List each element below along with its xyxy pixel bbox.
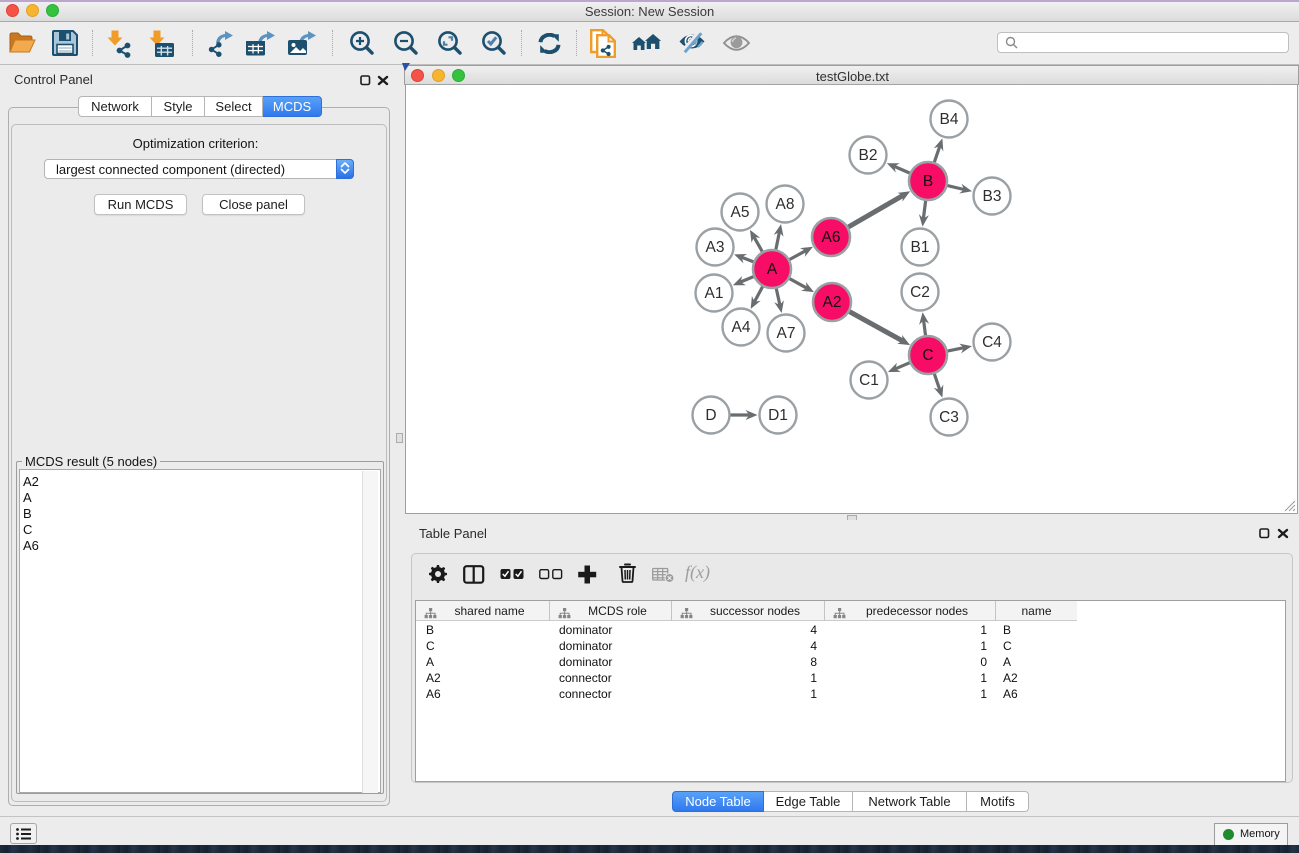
svg-text:A5: A5 <box>731 204 750 221</box>
svg-text:C: C <box>922 347 933 364</box>
svg-text:A6: A6 <box>822 229 841 246</box>
svg-text:C1: C1 <box>859 372 879 389</box>
svg-text:B1: B1 <box>911 239 930 256</box>
svg-text:B4: B4 <box>940 111 959 128</box>
svg-text:B3: B3 <box>983 188 1002 205</box>
svg-text:A8: A8 <box>776 196 795 213</box>
svg-text:A1: A1 <box>705 285 724 302</box>
svg-text:B2: B2 <box>859 147 878 164</box>
svg-text:C2: C2 <box>910 284 930 301</box>
svg-text:A3: A3 <box>706 239 725 256</box>
svg-text:D: D <box>705 407 716 424</box>
svg-text:A2: A2 <box>823 294 842 311</box>
svg-text:A7: A7 <box>777 325 796 342</box>
svg-text:C4: C4 <box>982 334 1002 351</box>
svg-text:A: A <box>767 261 778 278</box>
svg-text:D1: D1 <box>768 407 788 424</box>
svg-text:A4: A4 <box>732 319 751 336</box>
svg-text:B: B <box>923 173 933 190</box>
svg-text:C3: C3 <box>939 409 959 426</box>
